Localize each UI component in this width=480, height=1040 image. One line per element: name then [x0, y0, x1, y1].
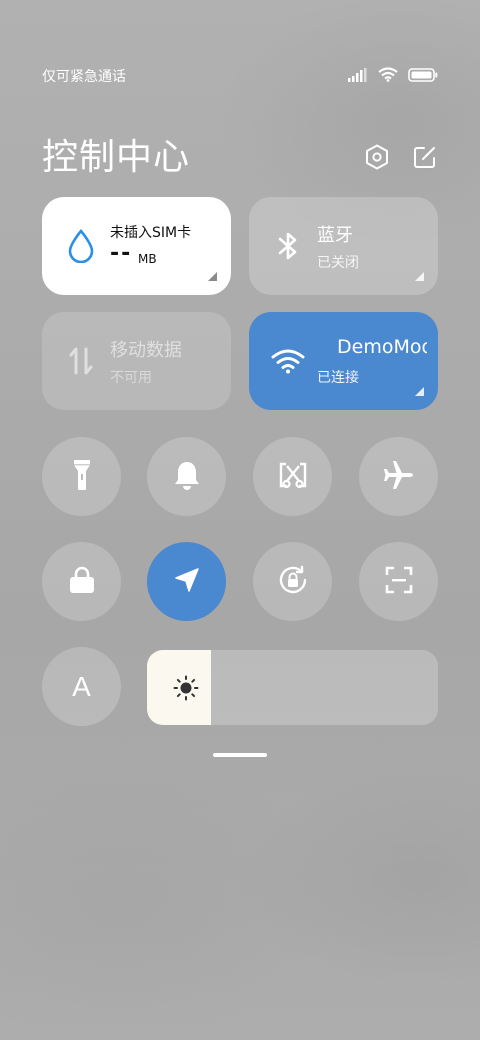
sim-data-value: -- — [110, 241, 133, 266]
scanner-toggle[interactable] — [359, 542, 438, 621]
mobile-data-status: 不可用 — [110, 370, 152, 386]
font-toggle[interactable]: A — [42, 647, 121, 726]
mobile-data-title: 移动数据 — [110, 340, 182, 361]
header-actions — [364, 144, 438, 170]
location-toggle[interactable] — [147, 542, 226, 621]
sim-data-unit: MB — [138, 252, 157, 266]
bluetooth-icon — [271, 227, 305, 265]
sim-title: 未插入SIM卡 — [110, 225, 192, 241]
bell-icon — [173, 460, 201, 494]
screenshot-icon — [278, 460, 308, 494]
airplane-mode-toggle[interactable] — [359, 437, 438, 516]
wifi-icon — [271, 342, 305, 380]
rotation-lock-toggle[interactable] — [253, 542, 332, 621]
battery-icon — [408, 67, 438, 86]
flashlight-toggle[interactable] — [42, 437, 121, 516]
wifi-network-name: DemoMode — [337, 336, 427, 358]
bluetooth-status: 已关闭 — [317, 255, 359, 271]
carrier-text: 仅可紧急通话 — [42, 69, 126, 85]
expand-corner-icon[interactable] — [415, 272, 424, 281]
wifi-tile[interactable]: DemoMode 已连接 — [249, 312, 438, 410]
water-drop-icon — [64, 227, 98, 265]
wifi-status: 已连接 — [317, 370, 359, 386]
rotation-lock-icon — [277, 564, 309, 600]
mobile-data-tile[interactable]: 移动数据 不可用 — [42, 312, 231, 410]
page-title: 控制中心 — [42, 137, 191, 178]
bluetooth-title: 蓝牙 — [317, 225, 353, 246]
expand-corner-icon[interactable] — [208, 272, 217, 281]
location-icon — [173, 566, 201, 598]
wifi-status-icon — [378, 66, 398, 86]
settings-icon[interactable] — [364, 144, 390, 170]
sim-data-tile[interactable]: 未插入SIM卡 -- MB — [42, 197, 231, 295]
edit-icon[interactable] — [412, 144, 438, 170]
signal-icon — [348, 67, 368, 86]
lock-icon — [68, 565, 96, 599]
font-toggle-label: A — [72, 670, 91, 702]
screen-lock-toggle[interactable] — [42, 542, 121, 621]
airplane-icon — [383, 459, 415, 495]
silent-mode-toggle[interactable] — [147, 437, 226, 516]
status-icons — [348, 66, 438, 86]
sun-icon — [173, 675, 199, 701]
scan-icon — [385, 566, 413, 598]
drag-handle[interactable] — [213, 753, 267, 757]
expand-corner-icon[interactable] — [415, 387, 424, 396]
brightness-slider[interactable] — [147, 650, 438, 725]
bluetooth-tile[interactable]: 蓝牙 已关闭 — [249, 197, 438, 295]
flashlight-icon — [73, 459, 91, 495]
screenshot-toggle[interactable] — [253, 437, 332, 516]
data-arrows-icon — [64, 342, 98, 380]
status-bar: 仅可紧急通话 — [42, 66, 438, 86]
